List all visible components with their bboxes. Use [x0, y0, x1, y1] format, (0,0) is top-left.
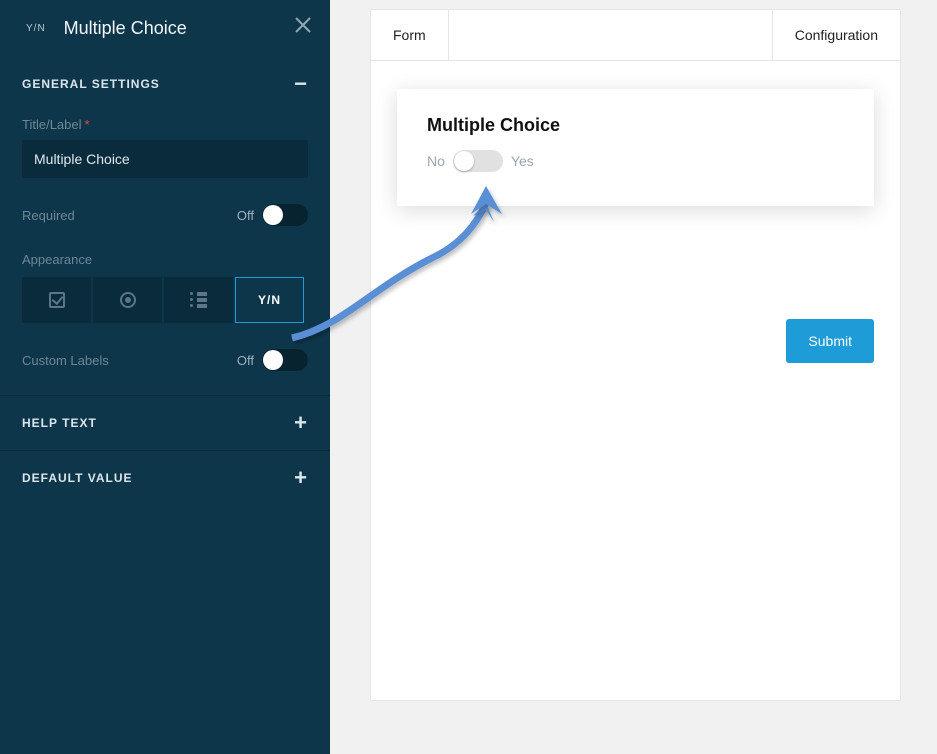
- checkbox-icon: [49, 292, 65, 308]
- required-state: Off: [237, 208, 254, 223]
- title-label: Title/Label*: [22, 117, 308, 132]
- custom-labels-row: Custom Labels Off: [22, 349, 308, 371]
- appearance-yesno[interactable]: Y/N: [235, 277, 304, 323]
- collapse-icon: −: [294, 71, 308, 97]
- content-area: Form Configuration Multiple Choice No Ye…: [330, 0, 937, 754]
- section-general-body: Title/Label* Required Off Appearance Y/N…: [0, 111, 330, 395]
- custom-labels-state: Off: [237, 353, 254, 368]
- appearance-block: Appearance Y/N: [22, 252, 308, 323]
- section-label: GENERAL SETTINGS: [22, 77, 160, 91]
- close-icon[interactable]: [294, 14, 312, 40]
- tab-bar: Form Configuration: [370, 9, 901, 61]
- section-help-header[interactable]: HELP TEXT +: [0, 396, 330, 450]
- custom-labels-label: Custom Labels: [22, 353, 109, 368]
- section-label: DEFAULT VALUE: [22, 471, 133, 485]
- section-label: HELP TEXT: [22, 416, 97, 430]
- form-canvas: Multiple Choice No Yes Submit: [370, 61, 901, 701]
- required-label: Required: [22, 208, 75, 223]
- yes-no-control: No Yes: [427, 150, 844, 172]
- expand-icon: +: [294, 465, 308, 491]
- yes-no-toggle[interactable]: [453, 150, 503, 172]
- custom-labels-toggle[interactable]: [262, 349, 308, 371]
- appearance-radio[interactable]: [93, 277, 162, 323]
- required-row: Required Off: [22, 204, 308, 226]
- required-toggle[interactable]: [262, 204, 308, 226]
- field-type-badge: Y/N: [26, 23, 46, 34]
- list-icon: [190, 292, 208, 308]
- appearance-label: Appearance: [22, 252, 308, 267]
- radio-icon: [120, 292, 136, 308]
- appearance-checkbox[interactable]: [22, 277, 91, 323]
- tab-configuration[interactable]: Configuration: [772, 10, 900, 60]
- expand-icon: +: [294, 410, 308, 436]
- sidebar-title: Multiple Choice: [64, 18, 187, 39]
- sidebar-header: Y/N Multiple Choice: [0, 0, 330, 57]
- yes-label: Yes: [511, 153, 534, 169]
- settings-sidebar: Y/N Multiple Choice GENERAL SETTINGS − T…: [0, 0, 330, 754]
- section-default-header[interactable]: DEFAULT VALUE +: [0, 451, 330, 505]
- section-general-header[interactable]: GENERAL SETTINGS −: [0, 57, 330, 111]
- tab-form[interactable]: Form: [371, 10, 449, 60]
- appearance-options: Y/N: [22, 277, 308, 323]
- no-label: No: [427, 153, 445, 169]
- question-title: Multiple Choice: [427, 115, 844, 136]
- submit-button[interactable]: Submit: [786, 319, 874, 363]
- title-input[interactable]: [22, 140, 308, 178]
- question-card[interactable]: Multiple Choice No Yes: [397, 89, 874, 206]
- appearance-list[interactable]: [164, 277, 233, 323]
